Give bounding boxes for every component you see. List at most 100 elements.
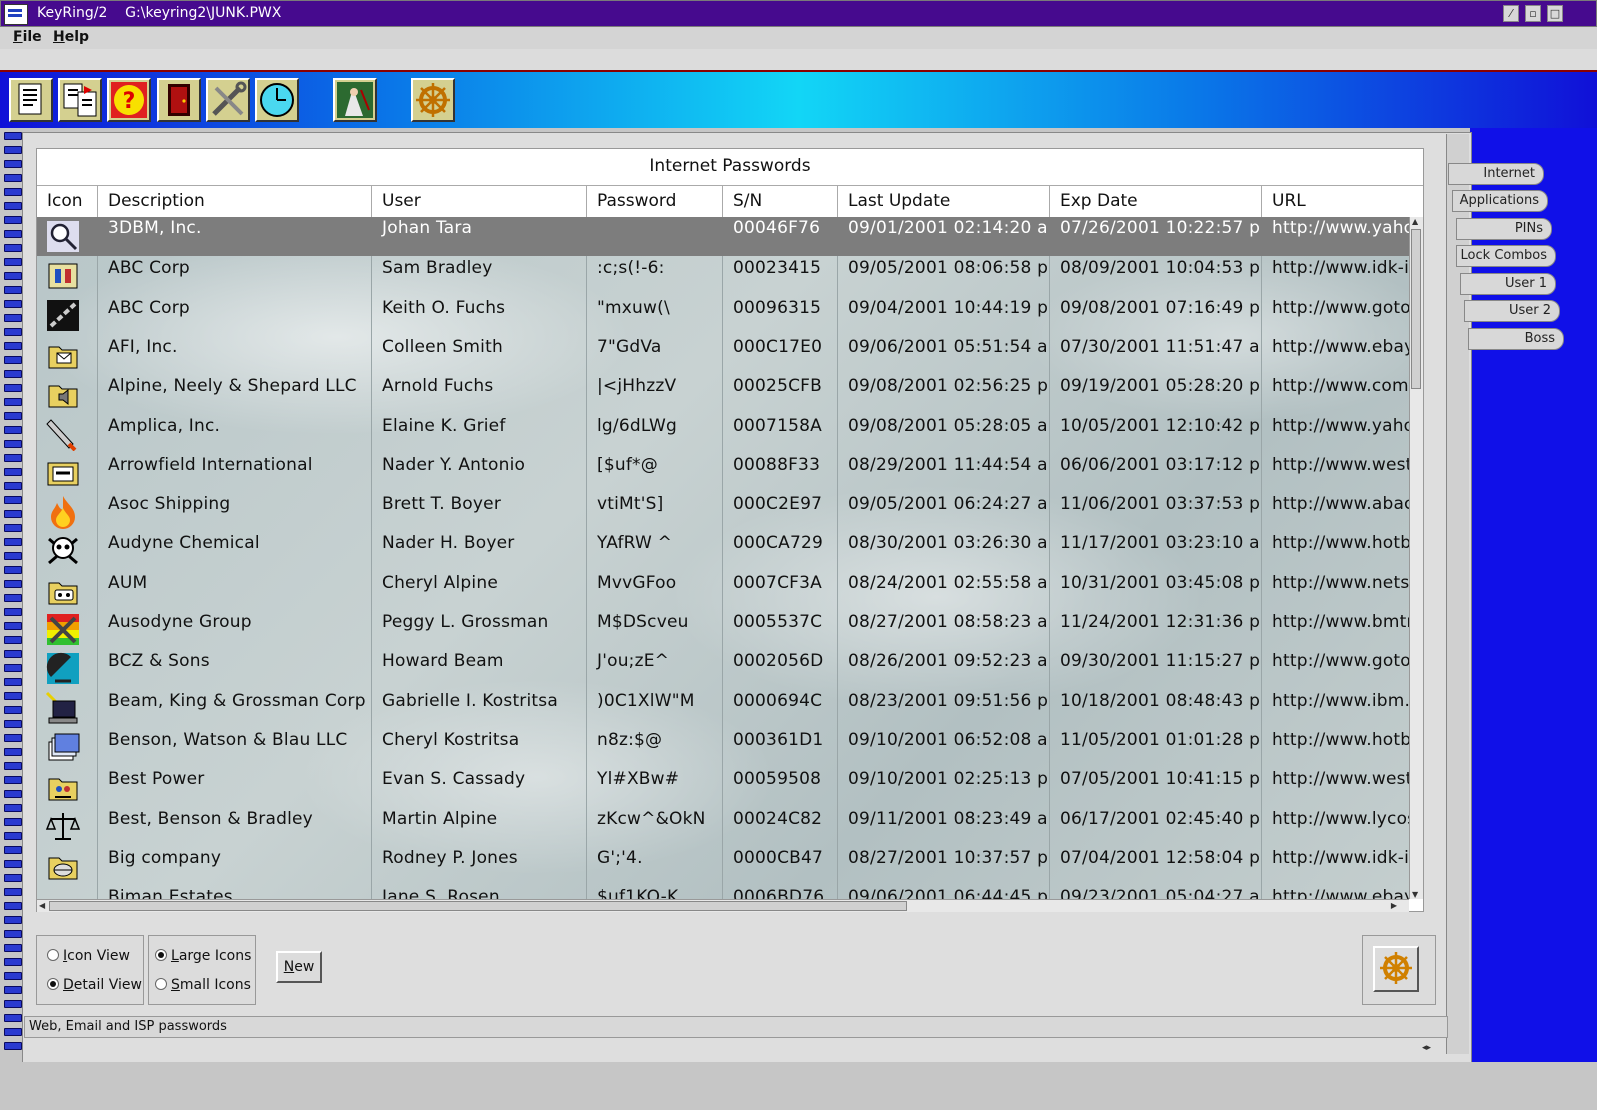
icon-view-radio-button[interactable] xyxy=(47,949,59,961)
table-row[interactable]: Alpine, Neely & Shepard LLC Arnold Fuchs |… xyxy=(37,374,1409,413)
binder-ring xyxy=(4,678,22,686)
table-row[interactable]: BCZ & Sons Howard Beam J'ou;zE^ 0002056D 08/… xyxy=(37,649,1409,688)
help-icon[interactable]: ? xyxy=(107,78,151,122)
new-button[interactable]: New xyxy=(276,951,322,983)
wheel-icon[interactable] xyxy=(411,78,455,122)
tab-user-2[interactable]: User 2 xyxy=(1464,300,1560,322)
cell-description: Amplica, Inc. xyxy=(108,415,221,436)
cell-exp-date: 11/17/2001 03:23:10 am xyxy=(1060,533,1261,554)
large-icons-radio[interactable]: Large Icons xyxy=(155,948,251,964)
binder-ring xyxy=(4,832,22,840)
small-icons-radio[interactable]: Small Icons xyxy=(155,977,251,993)
binder-ring xyxy=(4,776,22,784)
tab-internet[interactable]: Internet xyxy=(1448,163,1544,185)
cell-password: [$uf*@ xyxy=(597,454,658,475)
scroll-left-icon[interactable]: ◀ xyxy=(39,901,45,910)
tab-lock-combos[interactable]: Lock Combos xyxy=(1456,245,1556,267)
column-header-sn[interactable]: S/N xyxy=(723,186,838,218)
clock-icon[interactable] xyxy=(255,78,299,122)
folder-tape-icon xyxy=(45,573,81,608)
large-icons-radio-button[interactable] xyxy=(155,949,167,961)
settings-wheel-button[interactable] xyxy=(1373,946,1419,992)
vertical-scrollbar[interactable]: ▲ ▼ xyxy=(1409,217,1423,899)
table-row[interactable]: Audyne Chemical Nader H. Boyer YAfRW ^ 000C… xyxy=(37,531,1409,570)
cards-icon xyxy=(45,730,81,765)
scroll-down-icon[interactable]: ▼ xyxy=(1412,890,1418,899)
table-row-selected[interactable]: 3DBM, Inc. Johan Tara 00046F76 09/01/2001 0… xyxy=(37,217,1409,256)
table-row[interactable]: Big company Rodney P. Jones G';'4. 0000CB47… xyxy=(37,846,1409,885)
cell-serial-number: 00024C82 xyxy=(733,808,823,829)
cell-password: "mxuw(\ xyxy=(597,297,670,318)
status-bar: Web, Email and ISP passwords xyxy=(24,1016,1448,1038)
cell-password: zKcw^&OkN xyxy=(597,808,706,829)
corner-scroll-icons[interactable]: ◂▸ xyxy=(1422,1043,1448,1057)
column-header-password[interactable]: Password xyxy=(587,186,723,218)
wizard-icon[interactable] xyxy=(333,78,377,122)
skull-icon xyxy=(45,533,81,568)
table-row[interactable]: Biman Estates Jane S. Rosen $uf1KO-K 0006BD… xyxy=(37,885,1409,899)
medicine-icon xyxy=(45,258,81,293)
table-row[interactable]: Asoc Shipping Brett T. Boyer vtiMt'S] 000C2… xyxy=(37,492,1409,531)
column-header-exp-date[interactable]: Exp Date xyxy=(1050,186,1262,218)
menu-help[interactable]: Help xyxy=(53,29,89,45)
table-row[interactable]: Best, Benson & Bradley Martin Alpine zKcw^… xyxy=(37,807,1409,846)
password-list-panel: Internet Passwords Icon Description User… xyxy=(36,148,1424,912)
column-header-last-update[interactable]: Last Update xyxy=(838,186,1050,218)
cell-user: Gabrielle I. Kostritsa xyxy=(382,690,558,711)
cell-password: M$DScveu xyxy=(597,612,689,632)
cell-user: Cheryl Kostritsa xyxy=(382,729,520,750)
hide-icon[interactable]: ⁄ xyxy=(1503,5,1519,22)
tab-user-1[interactable]: User 1 xyxy=(1460,273,1556,295)
tools-icon[interactable] xyxy=(206,78,250,122)
copy-entry-icon[interactable] xyxy=(58,78,102,122)
icon-view-radio[interactable]: Icon View xyxy=(47,948,130,964)
column-header-icon[interactable]: Icon xyxy=(37,186,98,218)
tab-pins[interactable]: PINs xyxy=(1456,218,1552,240)
chain-icon xyxy=(45,298,81,333)
magnifier-icon xyxy=(45,219,81,254)
binder-ring xyxy=(4,482,22,490)
cell-serial-number: 0007158A xyxy=(733,415,822,436)
menu-file[interactable]: File xyxy=(13,29,42,45)
table-row[interactable]: Best Power Evan S. Cassady Yl#XBw# 00059508… xyxy=(37,767,1409,806)
table-row[interactable]: ABC Corp Keith O. Fuchs "mxuw(\ 00096315 09/… xyxy=(37,296,1409,335)
system-menu-icon[interactable] xyxy=(4,4,28,25)
vertical-scroll-thumb[interactable] xyxy=(1411,229,1421,389)
cell-serial-number: 000C17E0 xyxy=(733,336,823,357)
table-row[interactable]: ABC Corp Sam Bradley:c;s(!-6: 00023415 09/0… xyxy=(37,256,1409,295)
column-header-description[interactable]: Description xyxy=(98,186,372,218)
cell-exp-date: 06/06/2001 03:17:12 pm xyxy=(1060,454,1261,475)
table-row[interactable]: AUM Cheryl Alpine MvvGFoo 0007CF3A 08/24/200… xyxy=(37,571,1409,610)
table-row[interactable]: Benson, Watson & Blau LLC Cheryl Kostrits… xyxy=(37,728,1409,767)
scroll-up-icon[interactable]: ▲ xyxy=(1412,217,1418,226)
table-row[interactable]: AFI, Inc. Colleen Smith 7"GdVa 000C17E0 09/0… xyxy=(37,335,1409,374)
column-header-user[interactable]: User xyxy=(372,186,587,218)
column-header-url[interactable]: URL xyxy=(1262,186,1423,218)
cell-url: http://www.idk-i xyxy=(1272,258,1409,279)
binder-ring xyxy=(4,804,22,812)
horizontal-scroll-thumb[interactable] xyxy=(49,901,907,911)
cell-description: 3DBM, Inc. xyxy=(108,218,202,238)
exit-door-icon[interactable] xyxy=(157,78,201,122)
table-row[interactable]: Arrowfield International Nader Y. Antonio… xyxy=(37,453,1409,492)
binder-ring xyxy=(4,1014,22,1022)
folder-mail-icon xyxy=(45,337,81,372)
tab-applications[interactable]: Applications xyxy=(1452,190,1548,212)
table-row[interactable]: Ausodyne Group Peggy L. Grossman M$DScveu 0… xyxy=(37,610,1409,649)
scroll-right-icon[interactable]: ▶ xyxy=(1391,901,1397,910)
detail-view-radio-button[interactable] xyxy=(47,978,59,990)
cell-last-update: 08/27/2001 10:37:57 pm xyxy=(848,847,1049,868)
restore-icon[interactable]: ▫ xyxy=(1525,5,1541,22)
new-entry-icon[interactable] xyxy=(9,78,53,122)
cell-url: http://www.ebay xyxy=(1272,336,1409,357)
horizontal-scrollbar[interactable]: ◀ ▶ xyxy=(37,899,1409,912)
cell-url: http://www.bmtn xyxy=(1272,612,1409,632)
tab-boss[interactable]: Boss xyxy=(1468,328,1564,350)
table-row[interactable]: Amplica, Inc. Elaine K. Grief lg/6dLWg 0007… xyxy=(37,414,1409,453)
cell-url: http://www.nets xyxy=(1272,572,1409,593)
maximize-icon[interactable]: □ xyxy=(1547,5,1563,22)
table-row[interactable]: Beam, King & Grossman Corp Gabrielle I. K… xyxy=(37,689,1409,728)
small-icons-radio-button[interactable] xyxy=(155,978,167,990)
folder-audio-icon xyxy=(45,376,81,411)
detail-view-radio[interactable]: Detail View xyxy=(47,977,142,993)
